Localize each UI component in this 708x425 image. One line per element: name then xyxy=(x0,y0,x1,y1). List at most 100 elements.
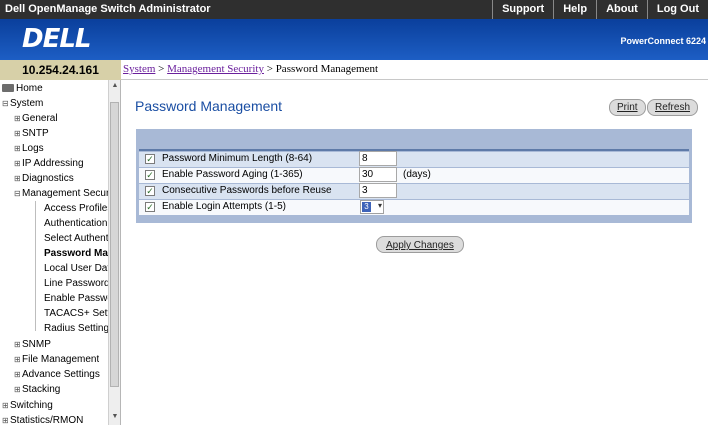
expand-icon[interactable]: ⊞ xyxy=(14,382,22,397)
refresh-button[interactable]: Refresh xyxy=(647,99,699,116)
sidebar-item-system[interactable]: ⊟System xyxy=(2,96,43,111)
log-out-link[interactable]: Log Out xyxy=(646,0,708,19)
expand-icon[interactable]: ⊞ xyxy=(14,126,22,141)
expand-icon[interactable]: ⊞ xyxy=(14,337,22,352)
breadcrumb: System > Management Security > Password … xyxy=(121,60,708,80)
min-length-checkbox[interactable]: ✓ xyxy=(145,154,155,164)
sidebar-item-sntp[interactable]: ⊞SNTP xyxy=(14,126,49,141)
sidebar-item-label: SNTP xyxy=(22,128,49,139)
panel-divider xyxy=(139,149,689,151)
sidebar-item-statistics-rmon[interactable]: ⊞Statistics/RMON xyxy=(2,413,83,425)
top-nav: Support Help About Log Out xyxy=(492,0,708,19)
scroll-down-icon[interactable]: ▼ xyxy=(111,413,119,420)
sidebar-item-label: Authentication P xyxy=(44,218,110,229)
sidebar-tree: Home ⊟System ⊞General ⊞SNTP ⊞Logs ⊞IP Ad… xyxy=(0,80,121,425)
sidebar-item-local-user-database[interactable]: Local User Datal xyxy=(44,261,110,276)
sidebar-item-stacking[interactable]: ⊞Stacking xyxy=(14,382,60,397)
about-link[interactable]: About xyxy=(596,0,647,19)
sidebar-item-diagnostics[interactable]: ⊞Diagnostics xyxy=(14,171,74,186)
sidebar-item-label: Local User Datal xyxy=(44,263,110,274)
setting-row-min-length: ✓ Password Minimum Length (8-64) 8 xyxy=(139,151,689,167)
sidebar-item-enable-password[interactable]: Enable Passwor xyxy=(44,291,110,306)
sidebar-item-label: Stacking xyxy=(22,384,61,395)
sidebar-item-home[interactable]: Home xyxy=(2,81,43,96)
sidebar-item-label: Advance Settings xyxy=(22,369,100,380)
sidebar-item-label: TACACS+ Settir xyxy=(44,308,110,319)
product-name: PowerConnect 6224 xyxy=(620,36,706,46)
sidebar-item-label: Enable Passwor xyxy=(44,293,110,304)
scroll-up-icon[interactable]: ▲ xyxy=(111,82,119,89)
collapse-icon[interactable]: ⊟ xyxy=(2,96,10,111)
expand-icon[interactable]: ⊞ xyxy=(2,398,10,413)
sidebar-item-label: Select Authentic xyxy=(44,233,110,244)
sidebar-item-snmp[interactable]: ⊞SNMP xyxy=(14,337,51,352)
password-reuse-checkbox[interactable]: ✓ xyxy=(145,186,155,196)
sidebar-item-label: SNMP xyxy=(22,339,51,350)
sidebar-item-label: Management Secur xyxy=(22,188,110,199)
setting-label: Password Minimum Length (8-64) xyxy=(162,153,313,164)
expand-icon[interactable]: ⊞ xyxy=(14,111,22,126)
breadcrumb-management-security[interactable]: Management Security xyxy=(167,63,264,75)
sidebar-item-label: IP Addressing xyxy=(22,158,84,169)
sidebar-item-password-management[interactable]: Password Mana xyxy=(44,246,110,261)
sidebar-item-authentication-profiles[interactable]: Authentication P xyxy=(44,216,110,231)
breadcrumb-system[interactable]: System xyxy=(123,63,155,75)
sidebar-item-select-authentication[interactable]: Select Authentic xyxy=(44,231,110,246)
setting-label: Enable Password Aging (1-365) xyxy=(162,169,303,180)
breadcrumb-separator: > xyxy=(266,63,273,75)
print-button[interactable]: Print xyxy=(609,99,646,116)
chevron-down-icon: ▾ xyxy=(377,201,382,210)
sidebar-item-switching[interactable]: ⊞Switching xyxy=(2,398,53,413)
sidebar-item-file-management[interactable]: ⊞File Management xyxy=(14,352,99,367)
folder-icon xyxy=(2,84,14,93)
sidebar-item-line-password[interactable]: Line Password xyxy=(44,276,110,291)
sidebar-item-label: Switching xyxy=(10,400,53,411)
sidebar-item-radius-settings[interactable]: Radius Settings xyxy=(44,321,110,336)
selected-value: 3 xyxy=(362,202,371,212)
breadcrumb-separator: > xyxy=(158,63,165,75)
header-banner: DELL PowerConnect 6224 xyxy=(0,19,708,60)
sidebar-item-management-security[interactable]: ⊟Management Secur xyxy=(14,186,110,201)
expand-icon[interactable]: ⊞ xyxy=(14,171,22,186)
sidebar-item-label: Logs xyxy=(22,143,44,154)
setting-row-password-aging: ✓ Enable Password Aging (1-365) 30 (days… xyxy=(139,167,689,183)
sidebar-scrollbar[interactable]: ▲ ▼ xyxy=(108,80,120,425)
sidebar-item-access-profiles[interactable]: Access Profiles xyxy=(44,201,110,216)
password-reuse-input[interactable]: 3 xyxy=(359,183,397,198)
scrollbar-thumb[interactable] xyxy=(110,102,119,387)
setting-label: Enable Login Attempts (1-5) xyxy=(162,201,286,212)
support-link[interactable]: Support xyxy=(492,0,553,19)
expand-icon[interactable]: ⊞ xyxy=(14,156,22,171)
main-content: Password Management Print Refresh ✓ Pass… xyxy=(121,81,708,425)
expand-icon[interactable]: ⊞ xyxy=(14,367,22,382)
apply-changes-button[interactable]: Apply Changes xyxy=(376,236,464,253)
sidebar-item-ip-addressing[interactable]: ⊞IP Addressing xyxy=(14,156,84,171)
sidebar-item-label: Statistics/RMON xyxy=(10,415,84,425)
login-attempts-select[interactable]: 3 ▾ xyxy=(360,200,384,214)
sidebar-item-label: Access Profiles xyxy=(44,203,110,214)
password-aging-input[interactable]: 30 xyxy=(359,167,397,182)
help-link[interactable]: Help xyxy=(553,0,596,19)
switch-ip: 10.254.24.161 xyxy=(0,60,121,80)
sidebar-item-advance-settings[interactable]: ⊞Advance Settings xyxy=(14,367,100,382)
collapse-icon[interactable]: ⊟ xyxy=(14,186,22,201)
days-unit-label: (days) xyxy=(403,169,431,180)
sidebar-item-general[interactable]: ⊞General xyxy=(14,111,58,126)
password-aging-checkbox[interactable]: ✓ xyxy=(145,170,155,180)
sidebar-item-label: General xyxy=(22,113,58,124)
setting-row-login-attempts: ✓ Enable Login Attempts (1-5) 3 ▾ xyxy=(139,200,689,215)
expand-icon[interactable]: ⊞ xyxy=(2,413,10,425)
sidebar-item-logs[interactable]: ⊞Logs xyxy=(14,141,44,156)
sidebar-item-label: Line Password xyxy=(44,278,110,289)
sidebar-item-label: File Management xyxy=(22,354,100,365)
tree-connector xyxy=(35,201,36,331)
expand-icon[interactable]: ⊞ xyxy=(14,352,22,367)
page-title: Password Management xyxy=(135,98,283,114)
breadcrumb-current: Password Management xyxy=(275,63,379,75)
min-length-input[interactable]: 8 xyxy=(359,151,397,166)
login-attempts-checkbox[interactable]: ✓ xyxy=(145,202,155,212)
sidebar-item-label: Diagnostics xyxy=(22,173,74,184)
setting-label: Consecutive Passwords before Reuse xyxy=(162,185,332,196)
sidebar-item-tacacs-settings[interactable]: TACACS+ Settir xyxy=(44,306,110,321)
expand-icon[interactable]: ⊞ xyxy=(14,141,22,156)
